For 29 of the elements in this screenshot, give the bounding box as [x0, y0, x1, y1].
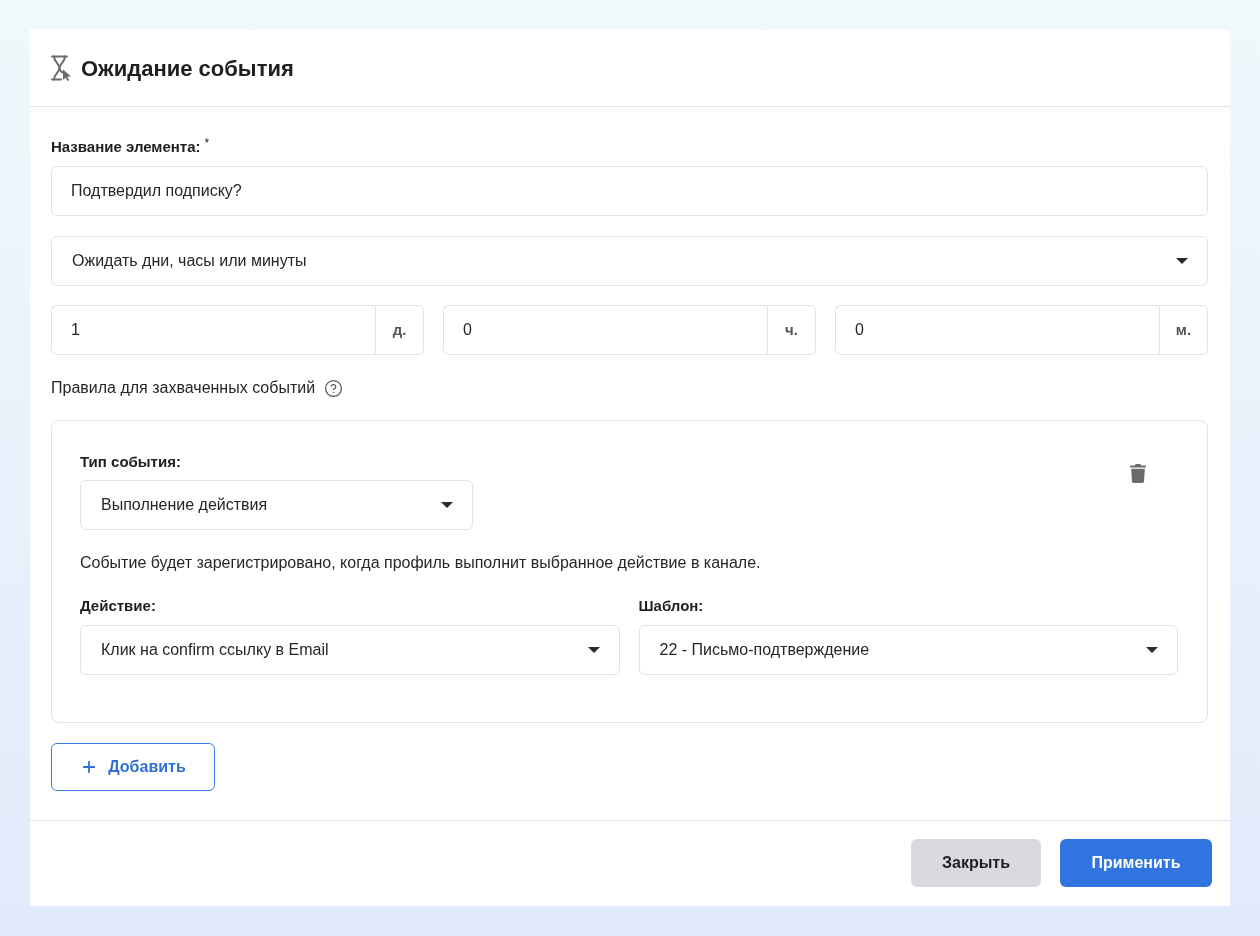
hourglass-icon	[50, 55, 73, 81]
action-dropdown[interactable]: Клик на confirm ссылку в Email	[80, 625, 620, 675]
unit-label: м.	[1159, 305, 1208, 355]
unit-label: ч.	[767, 305, 816, 355]
caret-icon	[441, 502, 453, 508]
required-mark: *	[204, 137, 210, 149]
caret-icon	[1146, 647, 1158, 653]
name-input-field[interactable]: Подтвердил подписку?	[51, 166, 1208, 216]
add-button[interactable]: Добавить	[51, 743, 215, 791]
description-text: Событие будет зарегистрировано, когда профиль выполнит выбранное действие в канале.	[80, 553, 761, 573]
apply-button[interactable]: Применить	[1060, 839, 1212, 887]
field-label: Шаблон:	[638, 596, 704, 616]
caret-icon	[587, 647, 600, 653]
field-label: Тип события:	[80, 452, 181, 472]
help-icon[interactable]	[324, 378, 344, 398]
event-type-dropdown[interactable]: Выполнение действия	[80, 480, 473, 530]
unit-label: д.	[375, 305, 424, 355]
caret-icon	[1176, 258, 1188, 264]
number-input-field[interactable]: 0	[443, 305, 767, 355]
number-input-field[interactable]: 0	[835, 305, 1159, 355]
number-input-field[interactable]: 1	[51, 305, 375, 355]
template-dropdown[interactable]: 22 - Письмо-подтверждение	[638, 625, 1178, 675]
field-label: Название элемента:	[51, 137, 201, 157]
wait-mode-dropdown[interactable]: Ожидать дни, часы или минуты	[51, 236, 1208, 286]
close-button[interactable]: Закрыть	[911, 839, 1041, 887]
field-label: Действие:	[80, 596, 156, 616]
dialog-title: Ожидание события	[81, 54, 294, 83]
section-heading: Правила для захваченных событий	[51, 378, 316, 398]
trash-icon[interactable]	[1130, 464, 1146, 483]
